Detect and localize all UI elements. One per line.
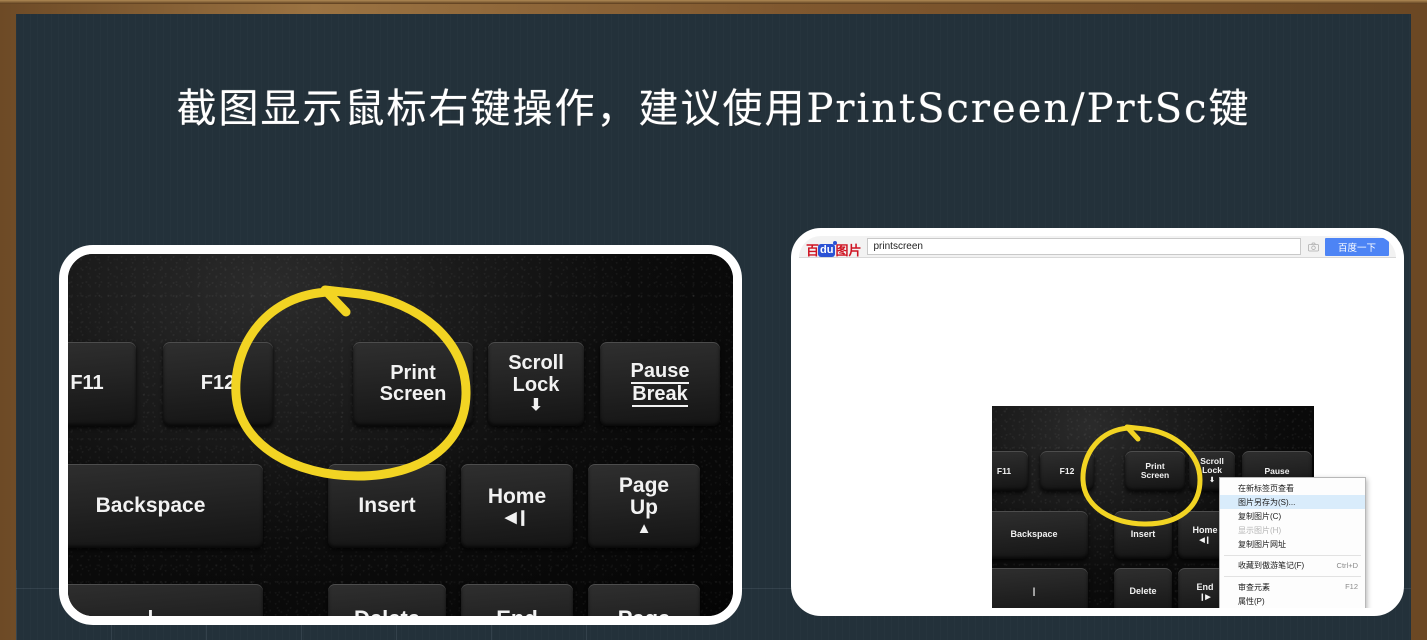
context-menu-item[interactable]: 在新标签页查看 [1220,481,1365,495]
key-delete: Delete [1114,568,1172,608]
key-insert: Insert [328,464,446,548]
key-label-line2: Lock [512,373,560,396]
context-menu-item-label: 复制图片网址 [1238,540,1286,550]
key-pause-break: Pause Break [600,342,720,426]
key-print-screen: Print Screen [353,342,473,426]
key-label: End [1196,581,1214,592]
key-label-line1: Print [390,361,436,384]
key-print-screen: Print Screen [1125,451,1185,491]
baidu-logo[interactable]: 百 du 图片 [799,236,861,257]
key-backspace: Backspace [992,511,1088,559]
camera-icon[interactable] [1303,242,1325,252]
key-label-line2: Lock [1202,465,1222,476]
key-label: Home [487,484,547,508]
key-label: F11 [70,372,104,395]
key-glyph-icon: ⬇ [529,396,543,414]
context-menu-item-shortcut: F12 [1345,581,1358,591]
key-label: | [1032,586,1036,597]
context-menu-item-label: 复制图片(C) [1238,511,1282,521]
browser-window: 百 du 图片 printscreen 百度一下 F11 F12 Print S… [799,236,1396,608]
key-label: Backspace [95,493,206,517]
context-menu-item-label: 在新标签页查看 [1238,483,1294,493]
image-context-menu[interactable]: 在新标签页查看 图片另存为(S)... 复制图片(C) 显示图片(H) 复制图片网址收藏… [1219,477,1366,608]
key-glyph-icon: ◀❙ [504,509,530,527]
context-menu-item[interactable]: 复制图片(C) [1220,509,1365,523]
browser-screenshot-panel[interactable]: 百 du 图片 printscreen 百度一下 F11 F12 Print S… [791,228,1404,616]
logo-badge-du: du [818,241,838,257]
wooden-frame: 截图显示鼠标右键操作，建议使用PrintScreen/PrtSc键 F11 F12… [0,0,1427,640]
key-page: Page [588,584,700,625]
key-label: Backspace [1010,529,1058,540]
key-label-line2: Up [630,496,658,520]
key-page-up: Page Up ▲ [588,464,700,548]
key-label: F11 [996,465,1012,476]
logo-text-bai: 百 [806,243,819,258]
key-backspace: Backspace [68,464,263,548]
context-menu-separator [1224,554,1361,556]
context-menu-item: 显示图片(H) [1220,524,1365,538]
key-: | [68,584,263,625]
key-home: Home ◀❙ [461,464,573,548]
key-label: Page [617,606,671,625]
key-glyph-icon: ▲ [636,520,652,538]
key-label-line1: Pause [630,360,690,384]
key-label: Pause [1264,465,1290,476]
key-label: End [496,606,538,625]
key-label-line2: Screen [1140,470,1170,480]
key-end: End [461,584,573,625]
keyboard-photo-large[interactable]: F11 F12 Print Screen Scroll Lock ⬇ Pause Break Ba… [59,245,742,625]
search-button[interactable]: 百度一下 [1324,237,1389,256]
key-insert: Insert [1114,511,1172,559]
key-f11: F11 [68,342,136,426]
context-menu-separator [1224,576,1361,578]
browser-toolbar: 百 du 图片 printscreen 百度一下 [799,236,1396,258]
key-label: F12 [1059,465,1075,476]
key-glyph-icon: ❙▶ [1199,594,1211,602]
context-menu-item[interactable]: 收藏到傲游笔记(F) Ctrl+D [1220,559,1365,573]
key-f12: F12 [1040,451,1094,491]
context-menu-item[interactable]: 审查元素 F12 [1220,580,1365,594]
key-label-line2: Screen [379,383,447,405]
context-menu-item-label: 审查元素 [1238,582,1270,592]
key-label-line1: Page [618,473,670,497]
context-menu-item[interactable]: 图片另存为(S)... [1220,495,1365,510]
chalkboard: 截图显示鼠标右键操作，建议使用PrintScreen/PrtSc键 F11 F12… [16,14,1411,640]
key-label: Delete [353,606,421,625]
key-label: Delete [1129,586,1157,597]
key-label: Home [1192,524,1218,535]
key-label-line1: Scroll [508,352,564,375]
search-input-value: printscreen [873,241,923,252]
key-label: | [147,606,154,625]
key-label: Insert [358,493,416,517]
key-glyph-icon: ⬇ [1209,477,1215,485]
context-menu-item[interactable]: 复制图片网址 [1220,538,1365,552]
page-title: 截图显示鼠标右键操作，建议使用PrintScreen/PrtSc键 [176,86,1251,132]
context-menu-item[interactable]: 属性(P) [1220,594,1365,608]
key-scroll-lock: Scroll Lock ⬇ [488,342,584,426]
key-f11: F11 [992,451,1028,491]
key-label: F12 [200,372,236,395]
keyboard-background [68,254,733,616]
context-menu-item-label: 收藏到傲游笔记(F) [1238,561,1305,571]
logo-text-tupian: 图片 [835,243,862,258]
key-: | [992,568,1088,608]
key-delete: Delete [328,584,446,625]
context-menu-item-label: 显示图片(H) [1238,526,1282,536]
browser-page-body: F11 F12 Print Screen Scroll Lock ⬇ Pause Backspa… [799,258,1396,608]
key-label: Insert [1130,529,1156,540]
search-input[interactable]: printscreen [867,238,1301,255]
key-label-line2: Break [632,383,688,408]
key-f12: F12 [163,342,273,426]
context-menu-item-label: 图片另存为(S)... [1238,497,1296,507]
context-menu-item-shortcut: Ctrl+D [1336,560,1358,570]
key-glyph-icon: ◀❙ [1199,537,1211,545]
context-menu-item-label: 属性(P) [1238,596,1265,606]
